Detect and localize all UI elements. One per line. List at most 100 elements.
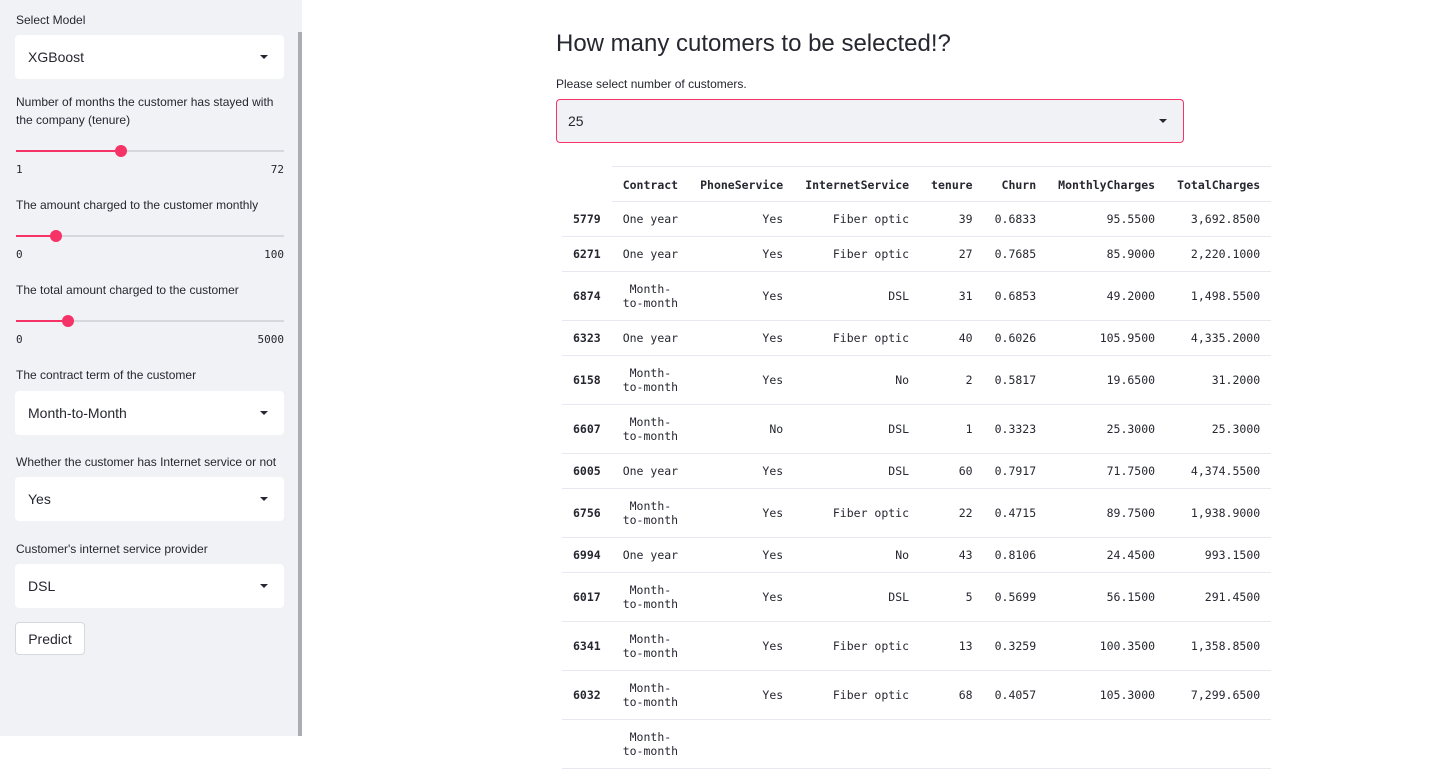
total-charges-cell: 31.2000 (1166, 355, 1272, 405)
tenure-slider[interactable] (16, 145, 284, 157)
contract-cell: Month-to-month (611, 404, 690, 454)
contract-line: Month- (629, 681, 672, 695)
churn-cell: 0.6833 (983, 201, 1048, 237)
monthly-slider[interactable] (16, 230, 284, 242)
table-row: 6271 One year Yes Fiber optic 27 0.7685 85.900… (562, 236, 1272, 272)
monthly-charges-cell: 56.1500 (1047, 572, 1167, 622)
contract-line: Month- (629, 366, 672, 380)
select-model-label: Select Model (16, 13, 86, 27)
total-charges-cell: 2,220.1000 (1166, 236, 1272, 272)
tenure-cell: 22 (920, 488, 984, 538)
phone-service-cell: Yes (689, 488, 795, 538)
total-max: 5000 (257, 333, 285, 346)
churn-cell: 0.5817 (983, 355, 1048, 405)
caret-down-icon (260, 497, 268, 501)
monthly-charges-cell: 105.3000 (1047, 670, 1167, 720)
contract-select[interactable]: Month-to-Month (15, 391, 284, 435)
index-cell (562, 719, 612, 769)
internet-service-cell: No (794, 537, 921, 573)
contract-line: Month- (629, 282, 672, 296)
table-row: 6756 Month-to-month Yes Fiber optic 22 0.4715… (562, 488, 1272, 538)
contract-line: to-month (622, 429, 679, 443)
total-label: The total amount charged to the customer (16, 283, 239, 297)
churn-cell: 0.5699 (983, 572, 1048, 622)
monthly-slider-thumb[interactable] (50, 230, 63, 242)
index-cell: 6607 (562, 404, 612, 454)
monthly-charges-cell: 89.7500 (1047, 488, 1167, 538)
churn-cell: 0.4057 (983, 670, 1048, 720)
index-cell: 6158 (562, 355, 612, 405)
tenure-slider-fill (16, 150, 121, 152)
tenure-min: 1 (16, 163, 23, 176)
contract-line: Month- (629, 583, 672, 597)
tenure-slider-thumb[interactable] (114, 145, 127, 157)
customer-count-value: 25 (568, 113, 584, 129)
tenure-cell: 43 (920, 537, 984, 573)
internet-service-cell: No (794, 355, 921, 405)
index-cell: 6323 (562, 320, 612, 356)
index-cell: 6341 (562, 621, 612, 671)
internet-label: Whether the customer has Internet servic… (16, 455, 277, 469)
sidebar-scrollbar[interactable] (298, 32, 302, 736)
total-charges-cell: 1,498.5500 (1166, 271, 1272, 321)
table-row: 6032 Month-to-month Yes Fiber optic 68 0.4057… (562, 670, 1272, 720)
contract-cell: Month-to-month (611, 621, 690, 671)
index-cell: 6271 (562, 236, 612, 272)
phone-service-cell: Yes (689, 621, 795, 671)
column-header[interactable]: Contract (611, 166, 690, 202)
tenure-cell: 2 (920, 355, 984, 405)
internet-select[interactable]: Yes (15, 477, 284, 521)
monthly-charges-cell: 25.3000 (1047, 404, 1167, 454)
total-slider-fill (16, 320, 69, 322)
contract-line: One year (622, 212, 679, 226)
contract-cell: One year (611, 453, 690, 489)
model-select[interactable]: XGBoost (15, 35, 284, 79)
index-header (562, 167, 612, 202)
internet-select-value: Yes (28, 491, 51, 507)
churn-cell: 0.3323 (983, 404, 1048, 454)
table-row: 6607 Month-to-month No DSL 1 0.3323 25.3000 25.… (562, 404, 1272, 454)
monthly-charges-cell: 71.7500 (1047, 453, 1167, 489)
table-row: 6874 Month-to-month Yes DSL 31 0.6853 49.2000 1… (562, 271, 1272, 321)
column-header[interactable]: PhoneService (689, 166, 795, 202)
provider-select[interactable]: DSL (15, 564, 284, 608)
total-slider-thumb[interactable] (62, 315, 75, 327)
column-header[interactable]: TotalCharges (1166, 166, 1272, 202)
tenure-label: Number of months the customer has stayed… (16, 95, 274, 127)
tenure-cell: 60 (920, 453, 984, 489)
contract-line: to-month (622, 695, 679, 709)
table-header-row: Contract PhoneService InternetService te… (562, 166, 1272, 202)
column-header[interactable]: Churn (983, 166, 1048, 202)
internet-service-cell: Fiber optic (794, 236, 921, 272)
contract-line: One year (622, 331, 679, 345)
churn-cell: 0.3259 (983, 621, 1048, 671)
churn-cell: 0.6853 (983, 271, 1048, 321)
model-select-value: XGBoost (28, 49, 85, 65)
table-row: 5779 One year Yes Fiber optic 39 0.6833 95.550… (562, 201, 1272, 237)
tenure-cell: 5 (920, 572, 984, 622)
contract-line: Month- (629, 499, 672, 513)
phone-service-cell: Yes (689, 201, 795, 237)
column-header[interactable]: InternetService (794, 166, 921, 202)
index-cell: 6005 (562, 453, 612, 489)
phone-service-cell (689, 719, 795, 769)
total-slider[interactable] (16, 315, 284, 327)
index-cell: 6874 (562, 271, 612, 321)
index-cell: 5779 (562, 201, 612, 237)
predict-button[interactable]: Predict (15, 622, 85, 655)
monthly-charges-cell: 19.6500 (1047, 355, 1167, 405)
tenure-max: 72 (270, 163, 284, 176)
table-row: 6994 One year Yes No 43 0.8106 24.4500 993.1500 (562, 537, 1272, 573)
column-header[interactable]: tenure (920, 166, 984, 202)
customer-count-select[interactable]: 25 (556, 99, 1184, 143)
phone-service-cell: Yes (689, 453, 795, 489)
tenure-cell: 1 (920, 404, 984, 454)
customer-table: Contract PhoneService InternetService te… (562, 166, 1272, 769)
total-charges-cell: 4,335.2000 (1166, 320, 1272, 356)
churn-cell: 0.4715 (983, 488, 1048, 538)
monthly-charges-cell: 105.9500 (1047, 320, 1167, 356)
table-row: Month-to-month (562, 719, 1272, 769)
column-header[interactable]: MonthlyCharges (1047, 166, 1167, 202)
phone-service-cell: Yes (689, 320, 795, 356)
churn-cell: 0.7917 (983, 453, 1048, 489)
